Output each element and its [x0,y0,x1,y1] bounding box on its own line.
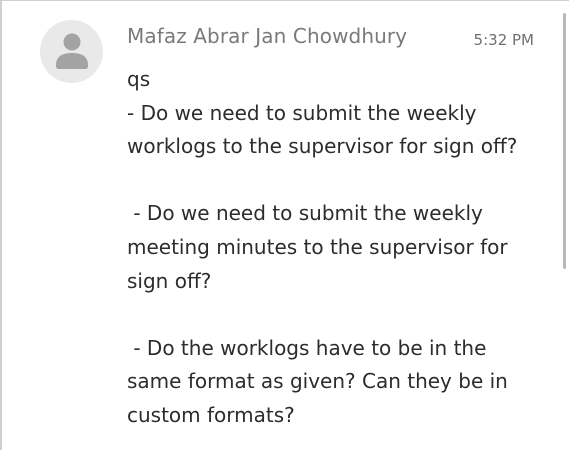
avatar[interactable] [40,20,103,83]
scrollbar-thumb[interactable] [563,13,566,269]
message-timestamp: 5:32 PM [473,31,534,49]
message-panel: Mafaz Abrar Jan Chowdhury 5:32 PM qs - D… [0,0,569,450]
scrollbar[interactable] [563,1,567,451]
sender-name[interactable]: Mafaz Abrar Jan Chowdhury [127,24,407,48]
chat-message: Mafaz Abrar Jan Chowdhury 5:32 PM qs - D… [2,1,562,451]
message-body: qs - Do we need to submit the weekly wor… [127,67,518,427]
user-icon [56,33,88,69]
